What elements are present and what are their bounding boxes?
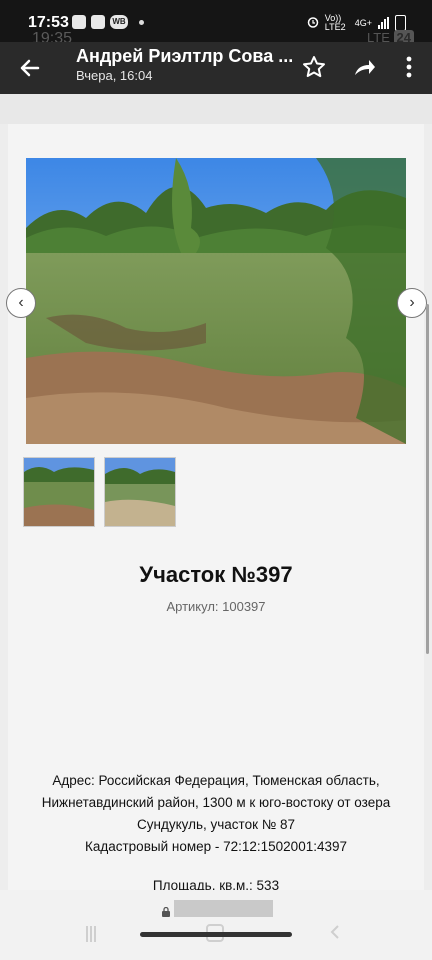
card-top-strip <box>0 94 432 124</box>
more-vert-icon[interactable] <box>396 54 422 80</box>
gallery-notification-icon <box>72 15 86 29</box>
listing-card: ‹ › Участок №397 Артикул: 100397 Адрес: … <box>6 124 427 890</box>
network-label: 4G+ <box>354 18 372 28</box>
volte-label: Vo)) LTE2 <box>324 13 346 32</box>
status-time: 17:53 <box>28 14 69 31</box>
back-arrow-icon[interactable] <box>16 54 44 82</box>
share-icon[interactable] <box>351 54 377 80</box>
plot-area: Площадь, кв.м.: 533 <box>152 878 280 890</box>
chat-title: Андрей Риэлтлр Сова ... <box>76 46 294 66</box>
recent-apps-icon[interactable] <box>86 926 100 942</box>
app-bar: Андрей Риэлтлр Сова ... Вчера, 16:04 <box>0 42 432 94</box>
listing-description: Адрес: Российская Федерация, Тюменская о… <box>28 770 404 858</box>
nav-back-icon[interactable] <box>328 924 342 940</box>
gallery-next-button[interactable]: › <box>397 288 427 318</box>
video-notification-icon <box>91 15 105 29</box>
address-line-2: Нижнетавдинский район, 1300 м к юго-вост… <box>41 795 391 810</box>
cadastral-number: Кадастровый номер - 72:12:1502001:4397 <box>84 839 347 854</box>
battery-icon <box>395 15 406 31</box>
url-field[interactable] <box>174 900 273 917</box>
bottom-bar <box>0 890 432 960</box>
thumbnail-1[interactable] <box>23 457 95 527</box>
gallery-prev-button[interactable]: ‹ <box>6 288 36 318</box>
web-content: ‹ › Участок №397 Артикул: 100397 Адрес: … <box>0 94 432 890</box>
more-notifications-dot <box>139 19 144 25</box>
chat-timestamp: Вчера, 16:04 <box>76 68 153 83</box>
address-line-1: Адрес: Российская Федерация, Тюменская о… <box>52 773 380 788</box>
page-scrollbar[interactable] <box>426 304 429 654</box>
address-line-3: Сундукуль, участок № 87 <box>137 817 295 832</box>
thumbnail-2[interactable] <box>104 457 176 527</box>
status-bar: 19:35 17:53 WB Vo)) LTE2 4G+ LTE 24 <box>0 0 432 47</box>
gesture-bar[interactable] <box>140 932 292 937</box>
article-number: Артикул: 100397 <box>166 599 266 614</box>
alarm-icon <box>307 16 319 30</box>
listing-title: Участок №397 <box>139 562 293 587</box>
signal-icon <box>378 17 389 29</box>
star-icon[interactable] <box>301 54 327 80</box>
main-listing-photo[interactable] <box>26 158 406 444</box>
wb-notification-icon: WB <box>110 15 128 29</box>
lock-icon <box>162 904 170 917</box>
notification-icons: WB <box>72 15 144 29</box>
